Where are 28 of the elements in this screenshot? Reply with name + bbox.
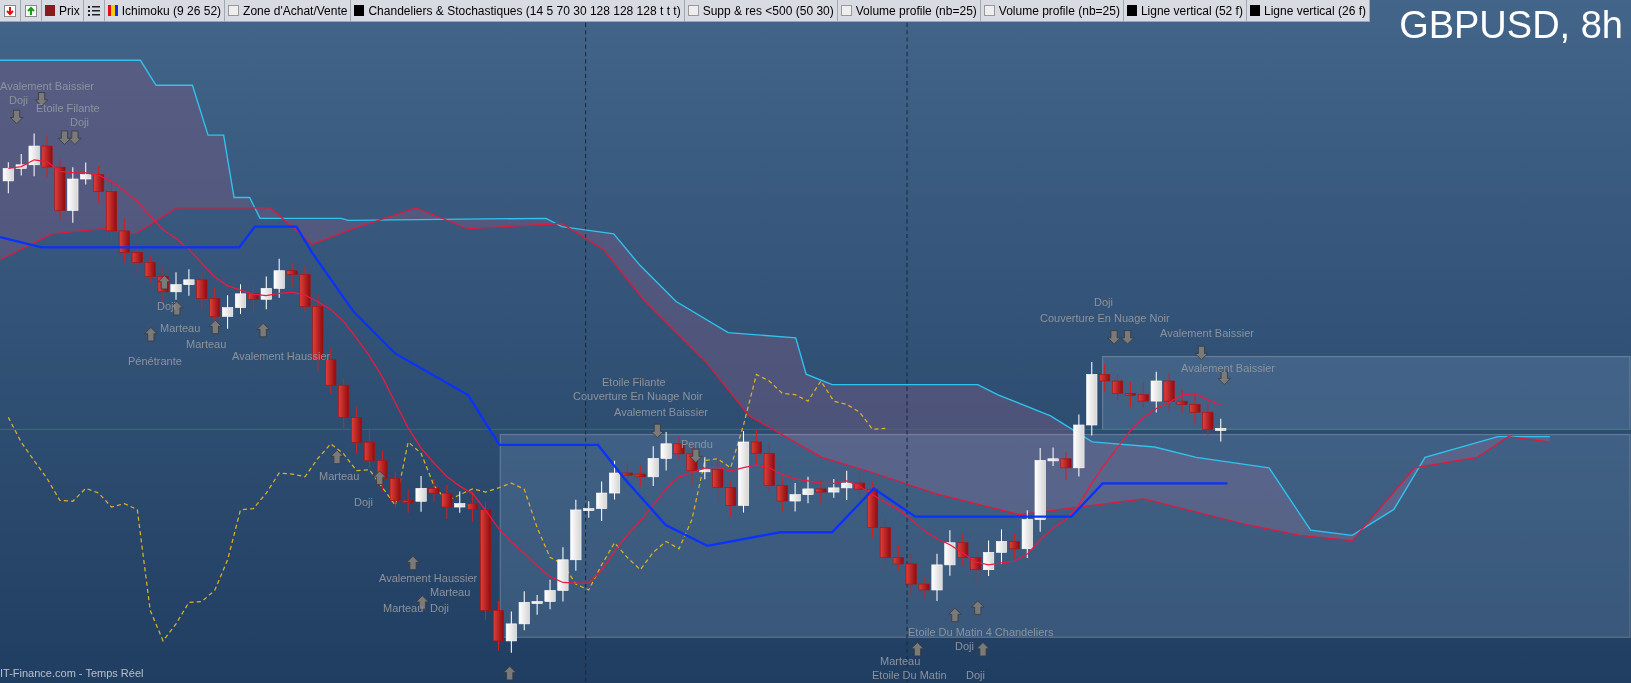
- pattern-label: Etoile Du Matin 4 Chandeliers: [908, 626, 1054, 639]
- pattern-label: Avalement Haussier: [379, 572, 478, 585]
- pattern-label: Doji: [430, 602, 449, 615]
- pattern-label: Couverture En Nuage Noir: [1040, 312, 1170, 325]
- pattern-label: Avalement Baissier: [1160, 327, 1254, 340]
- pattern-label: Couverture En Nuage Noir: [573, 390, 703, 403]
- pattern-label: Pendu: [681, 438, 713, 451]
- source-label: IT-Finance.com - Temps Réel: [0, 667, 144, 680]
- indicator-legend-item[interactable]: Zone d'Achat/Vente: [225, 0, 352, 21]
- pattern-label: Marteau: [430, 586, 471, 599]
- pattern-label: Etoile Du Matin: [872, 669, 947, 682]
- pattern-label: Doji: [966, 669, 985, 682]
- chart-title: GBPUSD, 8h: [1399, 4, 1623, 47]
- pattern-label: Doji: [354, 496, 373, 509]
- pattern-label: Doji: [1094, 296, 1113, 309]
- pattern-label: Etoile Filante: [602, 376, 666, 389]
- pattern-label: Marteau: [319, 470, 360, 483]
- pattern-label: Avalement Baissier: [614, 406, 708, 419]
- pattern-label: Doji: [955, 640, 974, 653]
- pattern-label: Marteau: [880, 655, 921, 668]
- pattern-label: Etoile Filante: [36, 102, 100, 115]
- pattern-label: Marteau: [160, 322, 201, 335]
- pattern-label: Avalement Baissier: [1181, 362, 1275, 375]
- indicator-legend-item[interactable]: Chandeliers & Stochastiques (14 5 70 30 128 128 128 t t t): [351, 0, 685, 21]
- indicator-legend-item[interactable]: Prix: [42, 0, 84, 21]
- pattern-label: Pénétrante: [128, 355, 182, 368]
- pattern-label: Marteau: [383, 602, 424, 615]
- pattern-label: Marteau: [186, 338, 227, 351]
